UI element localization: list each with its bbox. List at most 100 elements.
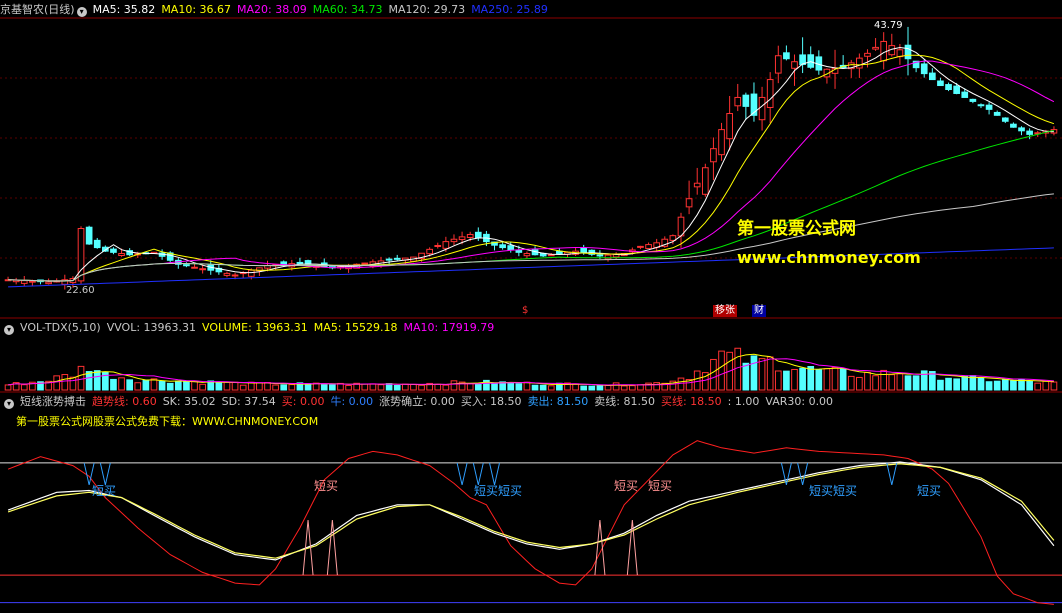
volume-bar (815, 369, 823, 391)
candle-body (547, 254, 555, 257)
volume-bar (718, 350, 725, 391)
sell-signal-spike (886, 462, 898, 486)
candle-body (742, 94, 750, 107)
event-tag-cai[interactable]: 财 (752, 305, 766, 317)
vol-ma5-value: MA5: 15529.18 (313, 321, 398, 334)
indicator-panel[interactable] (0, 440, 1062, 605)
volume-header: ▾ VOL-TDX(5,10) VVOL: 13963.31 VOLUME: 1396… (0, 320, 500, 336)
signal-short-buy-3: 短买短买 (474, 484, 523, 498)
trend-value: 趋势线: 0.60 (92, 395, 157, 408)
candle-body (604, 254, 612, 260)
volume-bar (783, 370, 790, 391)
volume-bar (799, 367, 806, 391)
candle-body (685, 198, 693, 208)
candle-body (896, 49, 904, 58)
volume-bar (345, 384, 352, 391)
candle-body (426, 248, 433, 255)
volume-bar (791, 368, 798, 391)
volume-bar (134, 382, 142, 391)
volume-bar (774, 370, 782, 391)
sk-value: SK: 35.02 (162, 395, 216, 408)
volume-bar (985, 381, 993, 391)
volume-bar (847, 375, 855, 391)
volume-bar (831, 366, 839, 391)
vvol-value: VVOL: 13963.31 (106, 321, 197, 334)
ma250-value: MA250: 25.89 (471, 3, 548, 16)
candle-body (191, 266, 198, 269)
event-tag-s[interactable]: $ (520, 305, 530, 317)
ma20-value: MA20: 38.09 (237, 3, 307, 16)
ma10-value: MA10: 36.67 (161, 3, 232, 16)
stock-title: 京基智农(日线) (0, 3, 75, 16)
candle-body (93, 239, 101, 249)
volume-bar (320, 384, 328, 391)
candle-body (515, 249, 523, 253)
candle-body (596, 254, 604, 257)
volume-bar (880, 369, 888, 391)
signal-short-buy-6: 短买短买 (809, 484, 858, 498)
volume-bar (653, 382, 661, 391)
buy-signal-spike (326, 520, 338, 576)
chevron-down-icon[interactable]: ▾ (4, 399, 14, 409)
volume-bar (450, 380, 458, 391)
candle-body (29, 280, 36, 283)
volume-bar (872, 375, 879, 391)
candle-body (872, 46, 879, 50)
chevron-down-icon[interactable]: ▾ (4, 325, 14, 335)
volume-bar (596, 385, 604, 391)
signal-short-buy-4: 短买 (614, 479, 639, 493)
candle-body (385, 258, 393, 261)
volume-bar (61, 374, 69, 391)
volume-bar (410, 383, 417, 391)
chevron-down-icon[interactable]: ▾ (76, 7, 87, 17)
volume-bar (629, 385, 636, 391)
volume-bar (239, 384, 247, 391)
candle-body (937, 80, 944, 87)
candle-body (791, 61, 798, 69)
volume-bar (199, 383, 206, 391)
volume-bar (856, 376, 863, 391)
volume-bar (1034, 382, 1042, 391)
candle-body (45, 281, 52, 285)
ma5-line (8, 46, 1054, 282)
candle-body (710, 148, 717, 163)
candle-body (766, 79, 774, 108)
ma120-value: MA120: 29.73 (388, 3, 466, 16)
volume-bar (85, 371, 93, 391)
volume-bar (904, 375, 912, 391)
volume-bar (69, 376, 77, 391)
volume-bar (183, 381, 190, 391)
volume-bar (977, 377, 985, 391)
volume-bar (604, 384, 612, 391)
signal-short-buy-7: 短买 (917, 484, 942, 498)
trend-line (7, 440, 1054, 605)
volume-bar (401, 383, 409, 391)
candle-body (499, 244, 506, 249)
volume-bar (572, 383, 579, 391)
candle-body (280, 261, 288, 265)
sell-signal-spike (797, 462, 809, 486)
volume-bar (531, 384, 539, 391)
candle-body (945, 84, 952, 91)
volume-bar (839, 368, 847, 391)
volume-bar (945, 377, 952, 391)
candle-body (580, 247, 588, 254)
volume-bar (547, 385, 555, 391)
candle-body (985, 104, 993, 110)
ind-title: 短线涨势搏击 (20, 395, 86, 408)
candle-body (231, 274, 239, 277)
volume-bar (434, 383, 442, 391)
volume-bar (256, 382, 263, 391)
candle-body (1001, 117, 1009, 122)
volume-bar (823, 368, 831, 391)
watermark-title: 第一股票公式网 (737, 219, 856, 239)
volume-bar (1050, 381, 1058, 391)
volume-bar (93, 370, 101, 391)
volume-bar (361, 383, 369, 391)
candle-body (734, 96, 742, 107)
volume-panel[interactable] (4, 347, 1058, 391)
indicator-note: 第一股票公式网股票公式免费下载：WWW.CHNMONEY.COM (16, 415, 319, 428)
volume-bar (580, 385, 588, 391)
event-tag-gaizhang[interactable]: 移张 (713, 305, 737, 317)
volume-bar (953, 378, 960, 391)
